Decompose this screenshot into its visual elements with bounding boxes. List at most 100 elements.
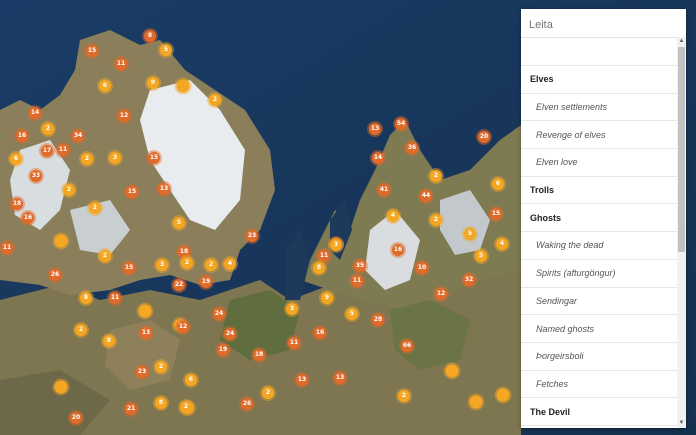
subcategory-item[interactable]: Sendingar	[521, 288, 677, 316]
map-marker[interactable]: 54	[395, 118, 407, 130]
map-marker[interactable]: 3	[109, 152, 121, 164]
map-marker[interactable]: 28	[372, 314, 384, 326]
map-marker[interactable]	[138, 304, 152, 318]
map-marker[interactable]: 35	[354, 260, 366, 272]
map-marker[interactable]: 4	[224, 258, 236, 270]
category-item[interactable]: Elves	[521, 66, 677, 94]
map-marker[interactable]: 6	[185, 374, 197, 386]
map-marker[interactable]: 11	[351, 275, 363, 287]
map-marker[interactable]	[54, 380, 68, 394]
map-marker[interactable]: 26	[49, 269, 61, 281]
map-marker[interactable]: 44	[420, 190, 432, 202]
map-marker[interactable]: 9	[321, 292, 333, 304]
map-marker[interactable]: 5	[464, 228, 476, 240]
map-marker[interactable]: 12	[435, 288, 447, 300]
map-marker[interactable]: 5	[173, 217, 185, 229]
map-marker[interactable]: 13	[369, 123, 381, 135]
map-marker[interactable]: 24	[213, 308, 225, 320]
map-marker[interactable]: 3	[286, 303, 298, 315]
map-marker[interactable]: 2	[81, 153, 93, 165]
category-item[interactable]: Trolls	[521, 177, 677, 205]
map-marker[interactable]: 8	[313, 262, 325, 274]
map-marker[interactable]: 2	[63, 184, 75, 196]
map-marker[interactable]: 2	[430, 214, 442, 226]
map-marker[interactable]: 21	[125, 403, 137, 415]
map-marker[interactable]: 13	[140, 327, 152, 339]
map-marker[interactable]: 8	[144, 30, 156, 42]
map-marker[interactable]: 2	[155, 361, 167, 373]
map-marker[interactable]: 12	[177, 321, 189, 333]
subcategory-item[interactable]: Elven settlements	[521, 94, 677, 122]
map-marker[interactable]: 20	[70, 412, 82, 424]
map-marker[interactable]: 3	[156, 259, 168, 271]
map-marker[interactable]: 14	[372, 152, 384, 164]
scroll-up-arrow-icon[interactable]: ▲	[677, 37, 686, 46]
map-marker[interactable]: 16	[392, 244, 404, 256]
subcategory-item[interactable]: Elven love	[521, 149, 677, 177]
map-marker[interactable]: 15	[86, 45, 98, 57]
map-marker[interactable]: 23	[246, 230, 258, 242]
map-marker[interactable]: 19	[200, 276, 212, 288]
map-marker[interactable]: 8	[80, 292, 92, 304]
map-marker[interactable]: 18	[253, 349, 265, 361]
map-marker[interactable]	[445, 364, 459, 378]
map-marker[interactable]: 8	[155, 397, 167, 409]
map-marker[interactable]: 3	[330, 239, 342, 251]
subcategory-item[interactable]: Spirits (afturgöngur)	[521, 260, 677, 288]
map-marker[interactable]: 4	[387, 210, 399, 222]
map-marker[interactable]: 13	[158, 183, 170, 195]
search-input[interactable]	[526, 14, 650, 36]
map-marker[interactable]	[176, 79, 190, 93]
map-marker[interactable]: 2	[262, 387, 274, 399]
map-marker[interactable]: 34	[72, 130, 84, 142]
map-marker[interactable]: 6	[10, 153, 22, 165]
map-marker[interactable]: 6	[492, 178, 504, 190]
scroll-thumb[interactable]	[678, 47, 685, 252]
map-marker[interactable]: 2	[180, 401, 192, 413]
map-marker[interactable]: 23	[136, 366, 148, 378]
map-marker[interactable]: 11	[109, 292, 121, 304]
map-marker[interactable]: 9	[147, 77, 159, 89]
map-marker[interactable]: 15	[148, 152, 160, 164]
map-marker[interactable]: 5	[346, 308, 358, 320]
subcategory-item[interactable]: Waking the dead	[521, 232, 677, 260]
map-marker[interactable]: 13	[334, 372, 346, 384]
map-marker[interactable]: 5	[160, 44, 172, 56]
map-marker[interactable]: 16	[22, 212, 34, 224]
map-marker[interactable]: 22	[173, 279, 185, 291]
map-marker[interactable]: 16	[16, 130, 28, 142]
subcategory-item[interactable]: Þorgeirsboli	[521, 343, 677, 371]
map-marker[interactable]: 18	[11, 198, 23, 210]
map-marker[interactable]: 2	[398, 390, 410, 402]
map-marker[interactable]: 11	[1, 242, 13, 254]
map-marker[interactable]: 12	[118, 110, 130, 122]
map-marker[interactable]: 24	[224, 328, 236, 340]
map-marker[interactable]: 2	[209, 94, 221, 106]
map-marker[interactable]: 14	[29, 107, 41, 119]
map-marker[interactable]: 26	[241, 398, 253, 410]
map-marker[interactable]: 20	[478, 131, 490, 143]
map-marker[interactable]: 2	[181, 257, 193, 269]
category-item[interactable]: The Devil	[521, 398, 677, 426]
subcategory-item[interactable]: Revenge of elves	[521, 121, 677, 150]
map-marker[interactable]: 2	[99, 250, 111, 262]
map-marker[interactable]: 13	[296, 374, 308, 386]
map-marker[interactable]: 15	[123, 262, 135, 274]
map-marker[interactable]: 10	[416, 262, 428, 274]
map-marker[interactable]	[469, 395, 483, 409]
map-marker[interactable]: 11	[288, 337, 300, 349]
map-marker[interactable]: 6	[99, 80, 111, 92]
map-marker[interactable]	[496, 388, 510, 402]
map-marker[interactable]: 15	[490, 208, 502, 220]
map-marker[interactable]: 66	[401, 340, 413, 352]
map-marker[interactable]: 17	[41, 145, 53, 157]
scroll-down-arrow-icon[interactable]: ▼	[677, 419, 686, 428]
map-marker[interactable]: 8	[103, 335, 115, 347]
map-marker[interactable]: 41	[378, 184, 390, 196]
map-marker[interactable]: 11	[57, 144, 69, 156]
map-marker[interactable]: 2	[89, 202, 101, 214]
map-marker[interactable]: 16	[314, 327, 326, 339]
map-marker[interactable]: 2	[205, 259, 217, 271]
map-marker[interactable]	[54, 234, 68, 248]
map-marker[interactable]: 2	[42, 123, 54, 135]
